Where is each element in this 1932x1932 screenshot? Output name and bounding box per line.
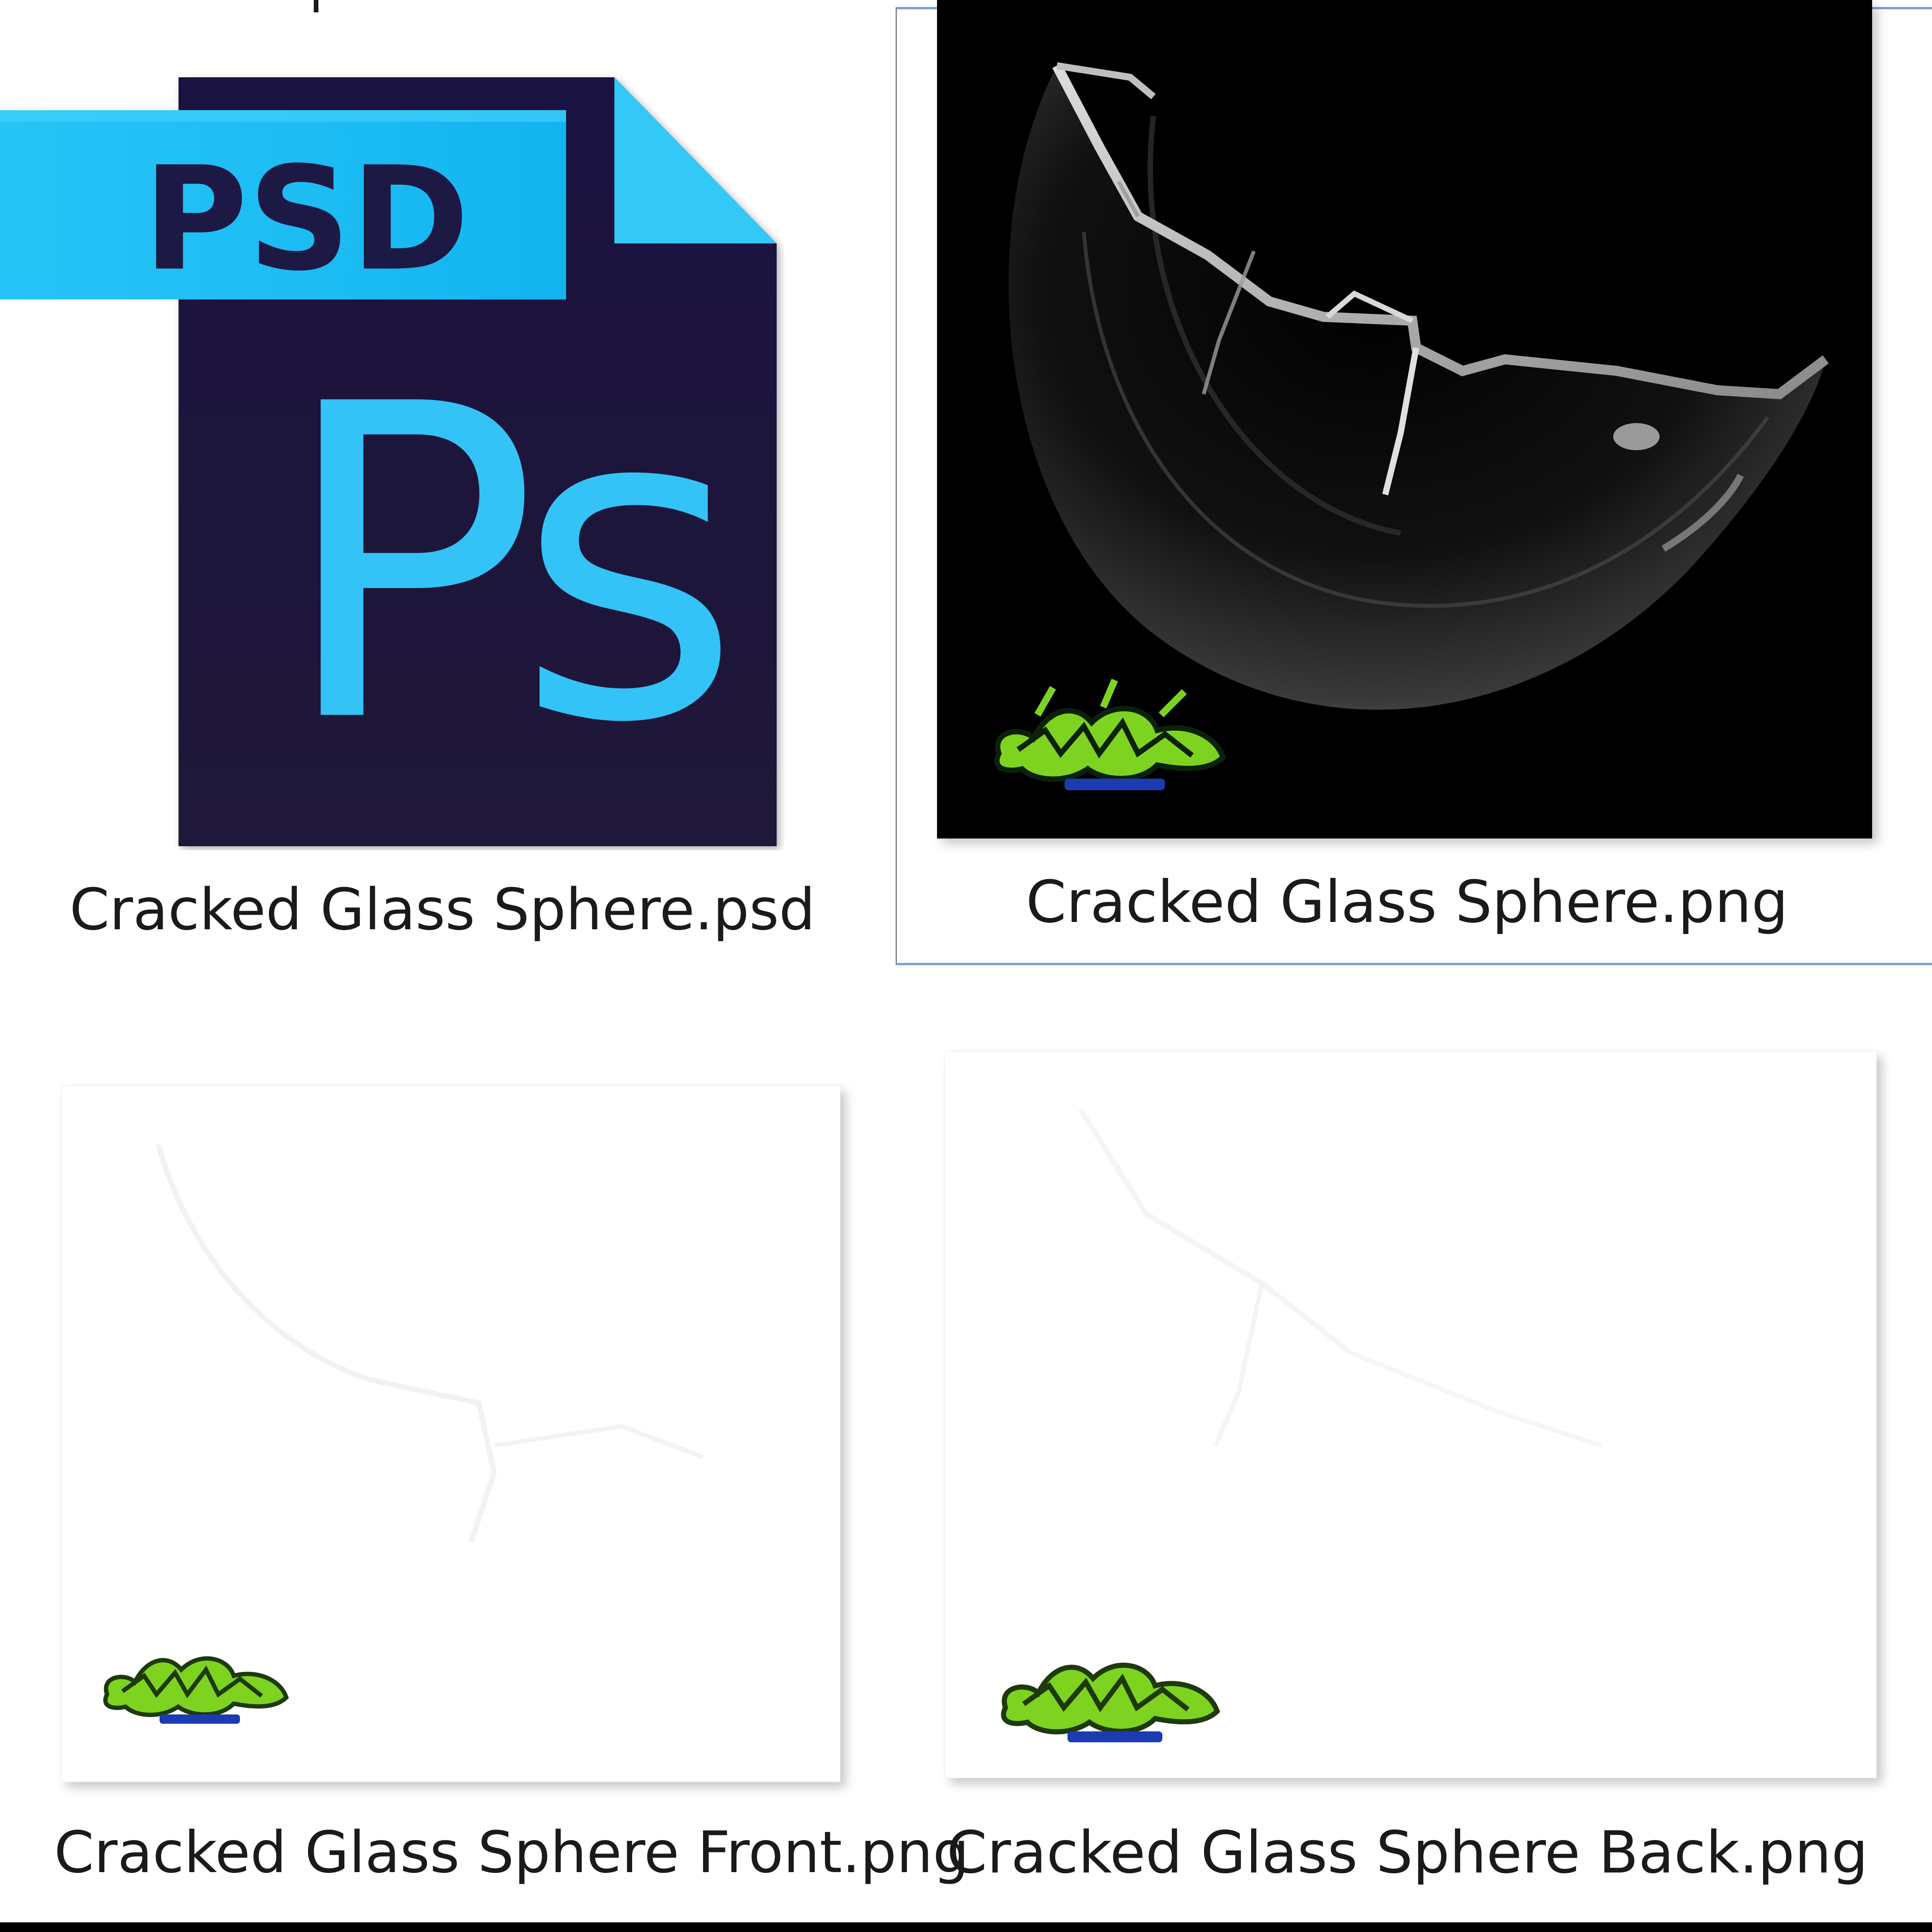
file-name-label: Cracked Glass Sphere Front.png xyxy=(54,1819,969,1886)
graffiti-watermark-logo xyxy=(994,679,1226,790)
thumbnail-sphere-back[interactable] xyxy=(945,1051,1877,1778)
bottom-edge-bar xyxy=(0,1922,1932,1932)
file-name-label: Cracked Glass Sphere Back.png xyxy=(947,1819,1868,1886)
cropped-label-fragment xyxy=(314,0,318,12)
psd-badge-text: PSD xyxy=(143,136,469,303)
psd-file-icon: PSD Ps xyxy=(0,77,777,846)
ps-mark-text: Ps xyxy=(278,313,726,817)
thumbnail-sphere-front[interactable] xyxy=(61,1086,840,1782)
thumbnail-cracked-sphere[interactable] xyxy=(937,0,1872,838)
graffiti-watermark-logo xyxy=(103,1656,289,1724)
graffiti-watermark-logo xyxy=(1001,1663,1220,1743)
file-item-psd[interactable]: PSD Ps Cracked Glass Sphere.psd xyxy=(0,58,850,966)
file-name-label: Cracked Glass Sphere.png xyxy=(1026,869,1788,936)
file-name-label: Cracked Glass Sphere.psd xyxy=(70,876,815,943)
